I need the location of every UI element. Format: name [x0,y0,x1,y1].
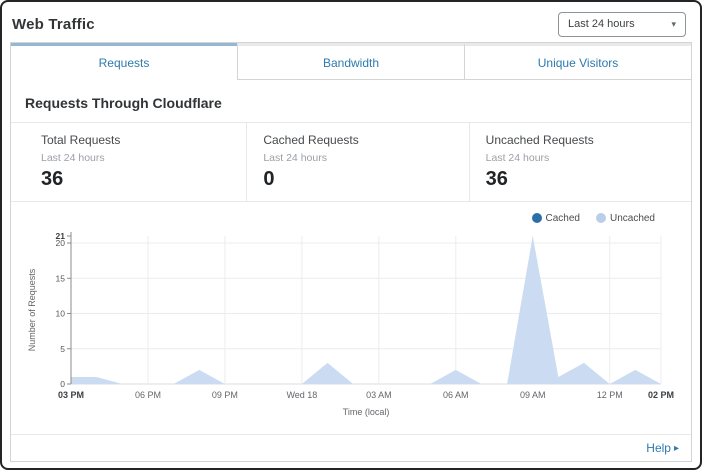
chart-legend: Cached Uncached [25,210,655,226]
legend-uncached-label: Uncached [610,213,655,224]
web-traffic-panel: Web Traffic Last 24 hours ▾ Requests Ban… [0,0,702,470]
time-range-dropdown[interactable]: Last 24 hours ▾ [558,12,686,37]
cached-dot-icon [532,213,542,223]
stat-value: 36 [486,168,675,191]
svg-text:03 PM: 03 PM [58,390,84,400]
tab-requests[interactable]: Requests [11,43,237,80]
uncached-dot-icon [596,213,606,223]
svg-text:0: 0 [60,379,65,389]
stat-value: 0 [263,168,452,191]
svg-text:02 PM: 02 PM [648,390,674,400]
svg-text:21: 21 [56,231,66,241]
stat-total-requests: Total Requests Last 24 hours 36 [11,123,246,201]
svg-text:5: 5 [60,344,65,354]
chart-area: Cached Uncached 051015202103 PM06 PM09 P… [11,202,691,434]
svg-text:03 AM: 03 AM [366,390,392,400]
page-title: Web Traffic [12,16,95,33]
svg-text:09 PM: 09 PM [212,390,238,400]
stat-subtitle: Last 24 hours [41,152,230,164]
requests-area-chart[interactable]: 051015202103 PM06 PM09 PMWed 1803 AM06 A… [25,226,683,422]
time-range-value: Last 24 hours [568,18,635,30]
svg-text:15: 15 [56,273,66,283]
tab-unique-visitors[interactable]: Unique Visitors [464,43,691,80]
tab-bandwidth[interactable]: Bandwidth [237,43,464,80]
section-title: Requests Through Cloudflare [11,80,691,122]
card-footer: Help ▸ [11,434,691,461]
tab-unique-visitors-label: Unique Visitors [538,56,618,70]
stat-title: Cached Requests [263,133,452,147]
svg-text:12 PM: 12 PM [597,390,623,400]
tab-bar: Requests Bandwidth Unique Visitors [11,43,691,80]
requests-content: Requests Through Cloudflare Total Reques… [11,80,691,434]
svg-text:06 PM: 06 PM [135,390,161,400]
stat-uncached-requests: Uncached Requests Last 24 hours 36 [469,123,691,201]
triangle-right-icon: ▸ [674,443,679,454]
tab-requests-label: Requests [99,56,150,70]
stat-title: Uncached Requests [486,133,675,147]
stat-title: Total Requests [41,133,230,147]
svg-text:Number of Requests: Number of Requests [27,268,37,351]
traffic-card: Requests Bandwidth Unique Visitors Reque… [10,42,692,462]
stat-subtitle: Last 24 hours [263,152,452,164]
svg-text:Wed 18: Wed 18 [286,390,317,400]
svg-text:Time (local): Time (local) [343,407,390,417]
help-link[interactable]: Help ▸ [646,441,679,455]
stat-value: 36 [41,168,230,191]
stat-cached-requests: Cached Requests Last 24 hours 0 [246,123,468,201]
svg-text:10: 10 [56,309,66,319]
stats-row: Total Requests Last 24 hours 36 Cached R… [11,122,691,202]
panel-header: Web Traffic Last 24 hours ▾ [8,8,694,40]
chevron-down-icon: ▾ [671,19,676,30]
legend-item-cached: Cached [532,213,580,224]
legend-item-uncached: Uncached [596,213,655,224]
svg-text:09 AM: 09 AM [520,390,546,400]
tab-bandwidth-label: Bandwidth [323,56,379,70]
help-label: Help [646,441,671,455]
stat-subtitle: Last 24 hours [486,152,675,164]
legend-cached-label: Cached [546,213,580,224]
svg-text:06 AM: 06 AM [443,390,469,400]
